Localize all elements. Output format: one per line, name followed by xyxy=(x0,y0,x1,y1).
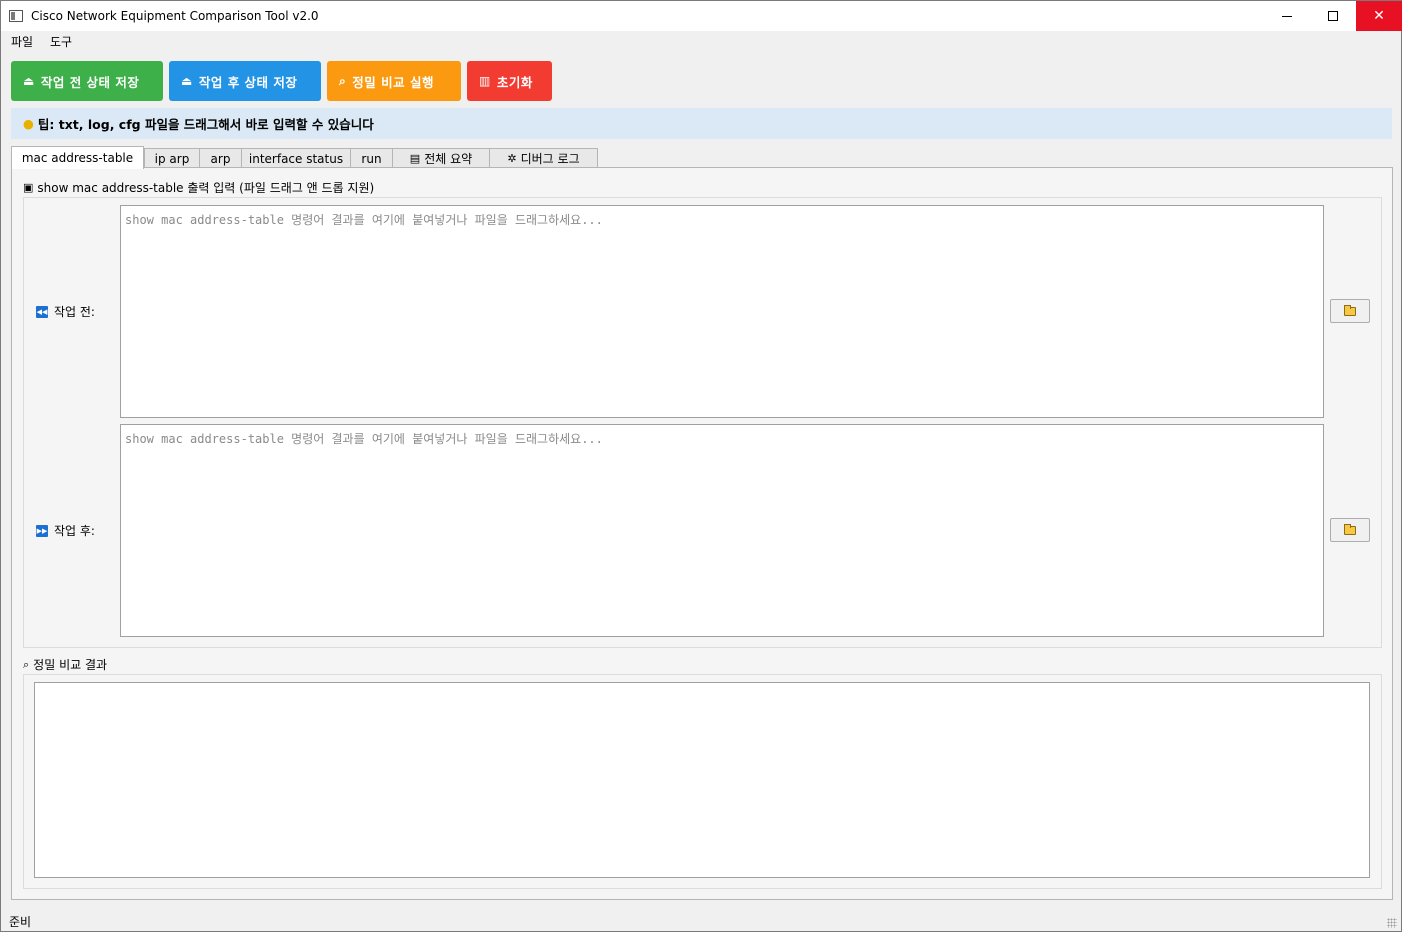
folder-icon xyxy=(1344,304,1356,316)
clipboard-icon: ▣ xyxy=(23,181,34,194)
chart-icon: ▤ xyxy=(409,152,421,165)
rewind-icon: ◀◀ xyxy=(36,305,48,318)
before-row-label: ◀◀ 작업 전: xyxy=(36,303,95,320)
status-text: 준비 xyxy=(9,915,32,929)
after-open-file-button[interactable] xyxy=(1330,518,1370,542)
app-icon xyxy=(9,10,23,22)
tip-text: 팁: txt, log, cfg 파일을 드래그해서 바로 입력할 수 있습니다 xyxy=(37,117,374,132)
maximize-button[interactable] xyxy=(1310,1,1356,31)
compare-button[interactable]: ⌕ 정밀 비교 실행 xyxy=(327,61,461,101)
close-button[interactable]: ✕ xyxy=(1356,1,1402,31)
menu-tools[interactable]: 도구 xyxy=(50,33,72,50)
folder-icon xyxy=(1344,523,1356,535)
tab-label: ip arp xyxy=(154,151,190,166)
after-placeholder: show mac address-table 명령어 결과를 여기에 붙여넣거나… xyxy=(125,432,603,446)
lightbulb-icon: ● xyxy=(23,116,34,131)
search-icon: ⌕ xyxy=(23,657,30,671)
tab-label: arp xyxy=(210,151,231,166)
tab-summary[interactable]: ▤ 전체 요약 xyxy=(392,148,490,168)
tab-interface-status[interactable]: interface status xyxy=(241,148,351,168)
save-after-button[interactable]: ⏏ 작업 후 상태 저장 xyxy=(169,61,321,101)
status-bar: 준비 xyxy=(1,909,1401,931)
resize-grip-icon[interactable] xyxy=(1387,918,1397,928)
before-label-text: 작업 전: xyxy=(54,305,95,319)
tab-ip-arp[interactable]: ip arp xyxy=(144,148,200,168)
upload-icon: ⏏ xyxy=(23,74,35,88)
bug-icon: ✲ xyxy=(507,152,517,165)
tab-mac-address-table[interactable]: mac address-table xyxy=(11,146,144,169)
menu-bar: 파일 도구 xyxy=(1,31,1401,51)
title-bar: Cisco Network Equipment Comparison Tool … xyxy=(1,1,1402,31)
after-textarea[interactable]: show mac address-table 명령어 결과를 여기에 붙여넣거나… xyxy=(120,424,1324,637)
window-title: Cisco Network Equipment Comparison Tool … xyxy=(31,9,319,23)
reset-button[interactable]: ▥ 초기화 xyxy=(467,61,552,101)
trash-icon: ▥ xyxy=(479,74,491,88)
tab-label: interface status xyxy=(248,151,344,166)
input-section-label: show mac address-table 출력 입력 (파일 드래그 앤 드… xyxy=(37,181,375,195)
menu-file[interactable]: 파일 xyxy=(11,33,33,50)
fast-forward-icon: ▶▶ xyxy=(36,524,48,537)
result-textarea[interactable] xyxy=(34,682,1370,878)
reset-label: 초기화 xyxy=(496,74,533,90)
after-label-text: 작업 후: xyxy=(54,524,95,538)
tab-label: run xyxy=(361,151,382,166)
maximize-icon xyxy=(1328,11,1338,21)
tab-label: 전체 요약 xyxy=(424,152,473,166)
close-icon: ✕ xyxy=(1373,8,1385,24)
minimize-icon xyxy=(1282,15,1292,17)
result-section-label: 정밀 비교 결과 xyxy=(33,658,108,672)
save-before-button[interactable]: ⏏ 작업 전 상태 저장 xyxy=(11,61,163,101)
minimize-button[interactable] xyxy=(1264,1,1310,31)
after-row-label: ▶▶ 작업 후: xyxy=(36,522,95,539)
search-icon: ⌕ xyxy=(339,73,347,88)
before-open-file-button[interactable] xyxy=(1330,299,1370,323)
main-window: Cisco Network Equipment Comparison Tool … xyxy=(0,0,1402,932)
tab-debug-log[interactable]: ✲ 디버그 로그 xyxy=(489,148,598,168)
tab-label: 디버그 로그 xyxy=(520,152,580,166)
compare-label: 정밀 비교 실행 xyxy=(352,74,434,90)
upload-icon: ⏏ xyxy=(181,74,193,88)
result-section-title: ⌕ 정밀 비교 결과 xyxy=(23,656,107,673)
save-before-label: 작업 전 상태 저장 xyxy=(40,74,140,90)
save-after-label: 작업 후 상태 저장 xyxy=(198,74,298,90)
before-textarea[interactable]: show mac address-table 명령어 결과를 여기에 붙여넣거나… xyxy=(120,205,1324,418)
tab-run[interactable]: run xyxy=(350,148,393,168)
tab-arp[interactable]: arp xyxy=(199,148,242,168)
before-placeholder: show mac address-table 명령어 결과를 여기에 붙여넣거나… xyxy=(125,213,603,227)
tab-label: mac address-table xyxy=(21,151,134,165)
input-section-title: ▣ show mac address-table 출력 입력 (파일 드래그 앤… xyxy=(23,179,374,196)
tip-bar: ● 팁: txt, log, cfg 파일을 드래그해서 바로 입력할 수 있습… xyxy=(11,108,1392,139)
